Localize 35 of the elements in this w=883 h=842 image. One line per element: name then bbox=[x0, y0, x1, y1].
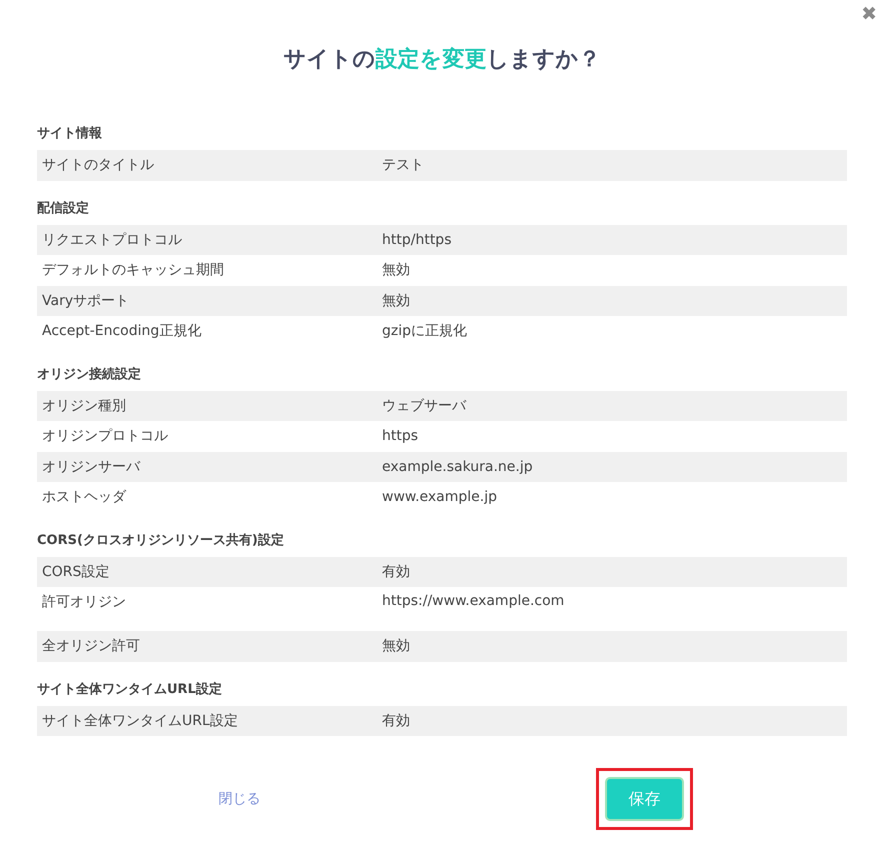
setting-label: オリジン種別 bbox=[41, 396, 127, 415]
setting-label: オリジンプロトコル bbox=[41, 427, 169, 446]
setting-value: 有効 bbox=[382, 562, 411, 581]
setting-label: リクエストプロトコル bbox=[41, 230, 183, 249]
setting-label: 全オリジン許可 bbox=[41, 637, 141, 656]
setting-value: 有効 bbox=[382, 712, 411, 730]
setting-value: gzipに正規化 bbox=[382, 322, 468, 340]
save-button[interactable]: 保存 bbox=[605, 777, 684, 821]
close-link[interactable]: 閉じる bbox=[218, 790, 260, 808]
setting-label: Accept-Encoding正規化 bbox=[41, 322, 202, 340]
close-icon[interactable]: ✖ bbox=[861, 5, 877, 24]
setting-label: ホストヘッダ bbox=[41, 488, 128, 506]
section-heading: CORS(クロスオリジンリソース共有)設定 bbox=[37, 532, 285, 550]
section-heading: オリジン接続設定 bbox=[37, 366, 142, 384]
dialog-title: サイトの設定を変更 しますか？ bbox=[282, 46, 602, 74]
setting-value: テスト bbox=[382, 156, 425, 174]
setting-label: デフォルトのキャッシュ期間 bbox=[41, 261, 225, 280]
section-heading: サイト情報 bbox=[37, 125, 103, 143]
setting-value: www.example.jp bbox=[382, 489, 498, 506]
setting-value: ウェブサーバ bbox=[382, 396, 468, 415]
setting-value: example.sakura.ne.jp bbox=[382, 458, 534, 475]
section-heading: 配信設定 bbox=[37, 200, 90, 218]
setting-label: CORS設定 bbox=[41, 562, 110, 581]
setting-label: オリジンサーバ bbox=[41, 458, 142, 476]
setting-value: https://www.example.com bbox=[382, 593, 566, 609]
setting-label: Varyサポート bbox=[41, 292, 130, 310]
setting-value: https bbox=[382, 428, 420, 444]
setting-value: 無効 bbox=[382, 637, 411, 656]
setting-value: 無効 bbox=[382, 292, 411, 310]
setting-label: 許可オリジン bbox=[41, 593, 127, 611]
section-heading: サイト全体ワンタイムURL設定 bbox=[37, 680, 223, 698]
setting-value: http/https bbox=[382, 232, 452, 248]
setting-value: 無効 bbox=[382, 261, 411, 280]
setting-label: サイトのタイトル bbox=[41, 156, 155, 174]
setting-label: サイト全体ワンタイムURL設定 bbox=[41, 712, 239, 730]
